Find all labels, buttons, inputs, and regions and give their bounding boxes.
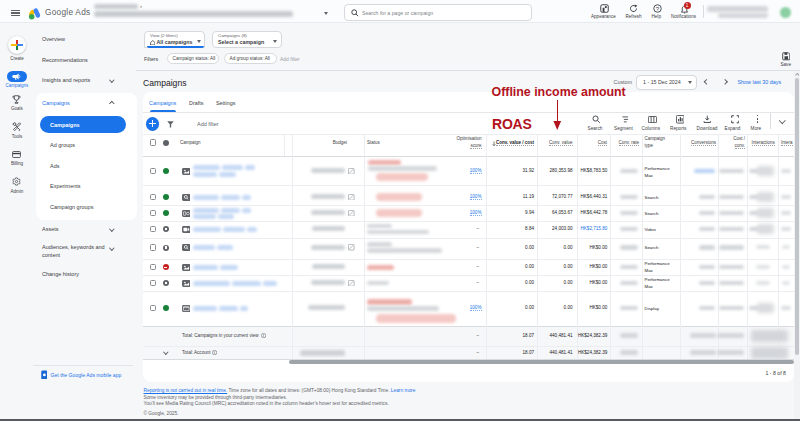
- svg-text:?: ?: [656, 5, 660, 11]
